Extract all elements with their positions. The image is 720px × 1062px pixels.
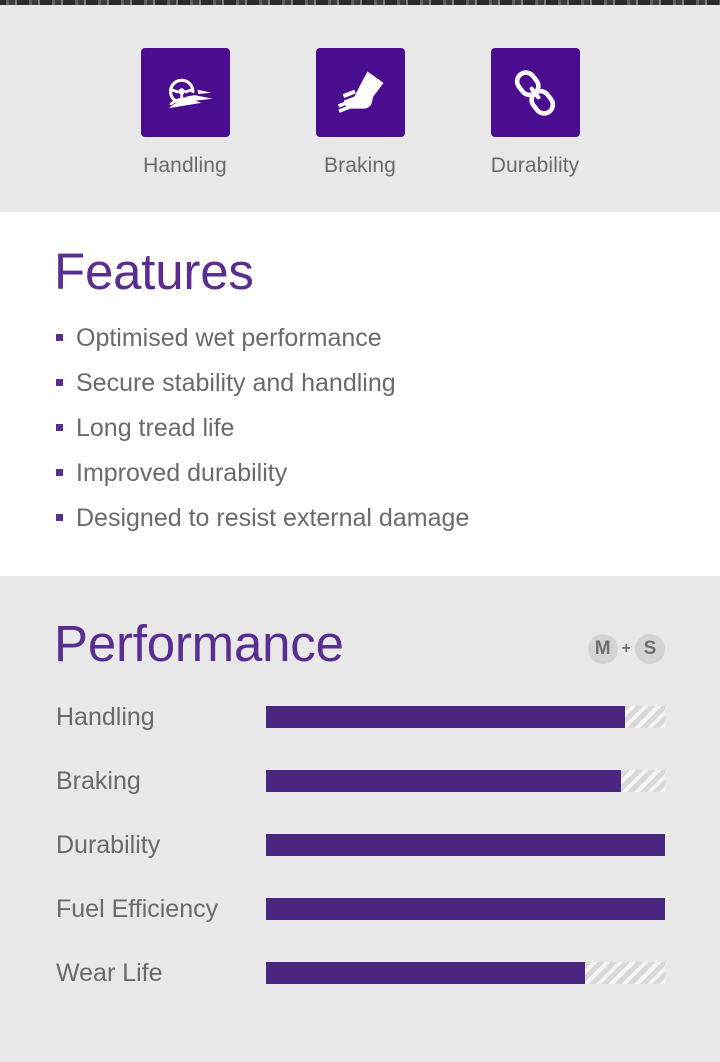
attribute-handling[interactable]: Handling	[119, 48, 252, 178]
bullet-square-icon	[56, 469, 63, 476]
attribute-durability[interactable]: Durability	[469, 48, 602, 178]
attribute-braking[interactable]: Braking	[294, 48, 427, 178]
performance-row: Handling	[0, 702, 720, 766]
feature-text: Optimised wet performance	[76, 324, 382, 352]
feature-text: Long tread life	[76, 414, 235, 442]
performance-row: Fuel Efficiency	[0, 894, 720, 958]
badge-m-icon: M	[587, 634, 618, 664]
handling-icon-tile[interactable]	[140, 48, 230, 137]
bullet-square-icon	[56, 379, 63, 386]
feature-list-item: Long tread life	[56, 414, 469, 459]
performance-row-label: Durability	[56, 831, 161, 859]
performance-bar-fill	[266, 962, 586, 984]
brake-pedal-foot-icon	[332, 68, 388, 118]
performance-bar-fill	[266, 770, 622, 792]
mud-and-snow-badge: M + S	[587, 634, 665, 664]
feature-text: Improved durability	[76, 459, 288, 487]
durability-icon-tile[interactable]	[490, 48, 580, 137]
performance-bar-track	[266, 898, 665, 920]
features-heading: Features	[54, 243, 254, 300]
features-section: Features Optimised wet performance Secur…	[0, 212, 720, 576]
feature-text: Designed to resist external damage	[76, 504, 470, 532]
product-detail-page: Handling Braking Durability Features Opt…	[0, 0, 720, 1062]
feature-list-item: Secure stability and handling	[56, 369, 469, 414]
performance-heading: Performance	[54, 615, 344, 672]
performance-bar-track	[266, 834, 665, 856]
bullet-square-icon	[56, 334, 63, 341]
performance-row-label: Wear Life	[56, 959, 163, 987]
chain-link-icon	[509, 66, 561, 120]
feature-list-item: Improved durability	[56, 459, 469, 504]
features-list: Optimised wet performance Secure stabili…	[56, 324, 469, 549]
feature-list-item: Optimised wet performance	[56, 324, 469, 369]
performance-bar-fill	[266, 706, 626, 728]
performance-bar-fill	[266, 898, 665, 920]
performance-section: Performance M + S Handling Braking Durab…	[0, 576, 720, 1062]
bullet-square-icon	[56, 424, 63, 431]
performance-row-label: Fuel Efficiency	[56, 895, 219, 923]
attribute-label-handling: Handling	[143, 154, 227, 177]
performance-row-label: Braking	[56, 767, 141, 795]
performance-row: Braking	[0, 766, 720, 830]
braking-icon-tile[interactable]	[315, 48, 405, 137]
feature-text: Secure stability and handling	[76, 369, 396, 397]
bullet-square-icon	[56, 514, 63, 521]
performance-row: Durability	[0, 830, 720, 894]
steering-wheel-icon	[156, 69, 214, 117]
attribute-label-braking: Braking	[324, 154, 396, 177]
performance-bar-track	[266, 706, 665, 728]
attribute-label-durability: Durability	[490, 154, 580, 177]
performance-row: Wear Life	[0, 958, 720, 1022]
badge-s-icon: S	[635, 634, 665, 664]
badge-plus-icon: +	[621, 640, 631, 657]
performance-row-label: Handling	[56, 703, 155, 731]
performance-bar-fill	[266, 834, 665, 856]
attribute-icons-band: Handling Braking Durability	[0, 5, 720, 212]
attribute-icons-row: Handling Braking Durability	[0, 48, 720, 178]
performance-bar-track	[266, 770, 665, 792]
feature-list-item: Designed to resist external damage	[56, 504, 469, 549]
performance-bar-track	[266, 962, 665, 984]
performance-bars: Handling Braking Durability Fuel Efficie…	[0, 702, 720, 1022]
